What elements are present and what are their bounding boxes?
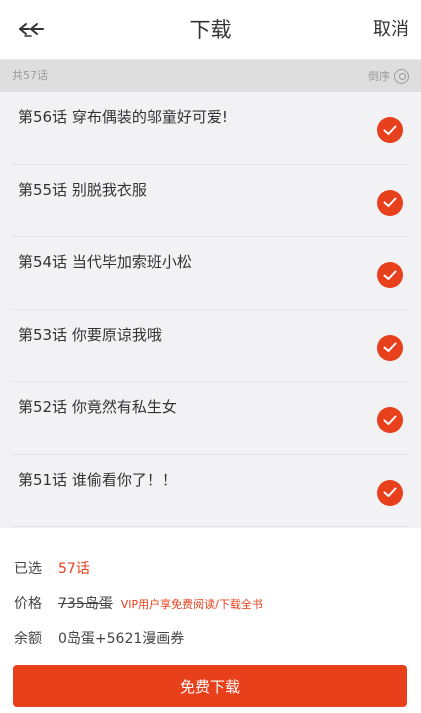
checkmark-icon[interactable] xyxy=(377,262,403,288)
free-download-button[interactable]: 免费下载 xyxy=(13,665,407,707)
balance-value: 0岛蛋+5621漫画券 xyxy=(58,631,185,647)
chapter-row[interactable]: 第55话 别脱我衣服 xyxy=(12,165,409,237)
selected-count: 57话 xyxy=(58,561,90,577)
checkmark-icon[interactable] xyxy=(377,189,403,216)
chapter-row[interactable]: 第54话 当代毕加索班小松 xyxy=(12,237,409,310)
chapter-title: 第52话 你竟然有私生女 xyxy=(18,398,177,416)
chapter-row[interactable]: 第52话 你竟然有私生女 xyxy=(12,382,409,455)
chapter-count-bar: 共57话 倒序 xyxy=(0,60,421,92)
cancel-button[interactable]: 取消 xyxy=(373,0,409,60)
price-line: 价格 735岛蛋 VIP用户享免费阅读/下载全书 xyxy=(14,593,263,613)
chapter-title: 第55话 别脱我衣服 xyxy=(18,180,147,199)
chapter-list[interactable]: 第56话 穿布偶装的邬童好可爱! 第55话 别脱我衣服 第54话 当代毕加索班小… xyxy=(0,92,421,528)
sort-label: 倒序 xyxy=(368,70,390,83)
chapter-title: 第54话 当代毕加索班小松 xyxy=(18,253,192,271)
chapter-title: 第53话 你要原谅我哦 xyxy=(18,325,162,344)
checkmark-icon[interactable] xyxy=(377,407,403,433)
sort-order-button[interactable]: 倒序 xyxy=(368,60,409,92)
price-value: 735岛蛋 xyxy=(58,596,113,612)
sort-circle-icon xyxy=(394,68,409,84)
selected-label: 已选 xyxy=(14,561,42,577)
header-bar: 下载 取消 xyxy=(0,0,421,60)
balance-line: 余额 0岛蛋+5621漫画券 xyxy=(14,628,184,648)
checkmark-icon[interactable] xyxy=(377,117,403,143)
chapter-title: 第51话 谁偷看你了！！ xyxy=(18,470,177,489)
chapter-row[interactable]: 第56话 穿布偶装的邬童好可爱! xyxy=(12,92,409,165)
download-page: 下载 取消 共57话 倒序 第56话 穿布偶装的邬童好可爱! 第55话 别脱我衣… xyxy=(0,0,421,713)
download-summary-panel: 已选 57话 价格 735岛蛋 VIP用户享免费阅读/下载全书 余额 0岛蛋+5… xyxy=(0,528,421,713)
chapter-count: 共57话 xyxy=(12,69,48,82)
checkmark-icon[interactable] xyxy=(377,334,403,361)
chapter-row[interactable]: 第51话 谁偷看你了！！ xyxy=(12,455,409,527)
chapter-title: 第56话 穿布偶装的邬童好可爱! xyxy=(18,108,228,126)
selected-line: 已选 57话 xyxy=(14,558,90,578)
checkmark-icon[interactable] xyxy=(377,479,403,506)
vip-note: VIP用户享免费阅读/下载全书 xyxy=(120,598,263,611)
price-label: 价格 xyxy=(14,596,42,612)
page-title: 下载 xyxy=(189,18,232,42)
balance-label: 余额 xyxy=(14,631,42,647)
chapter-row[interactable]: 第53话 你要原谅我哦 xyxy=(12,310,409,382)
